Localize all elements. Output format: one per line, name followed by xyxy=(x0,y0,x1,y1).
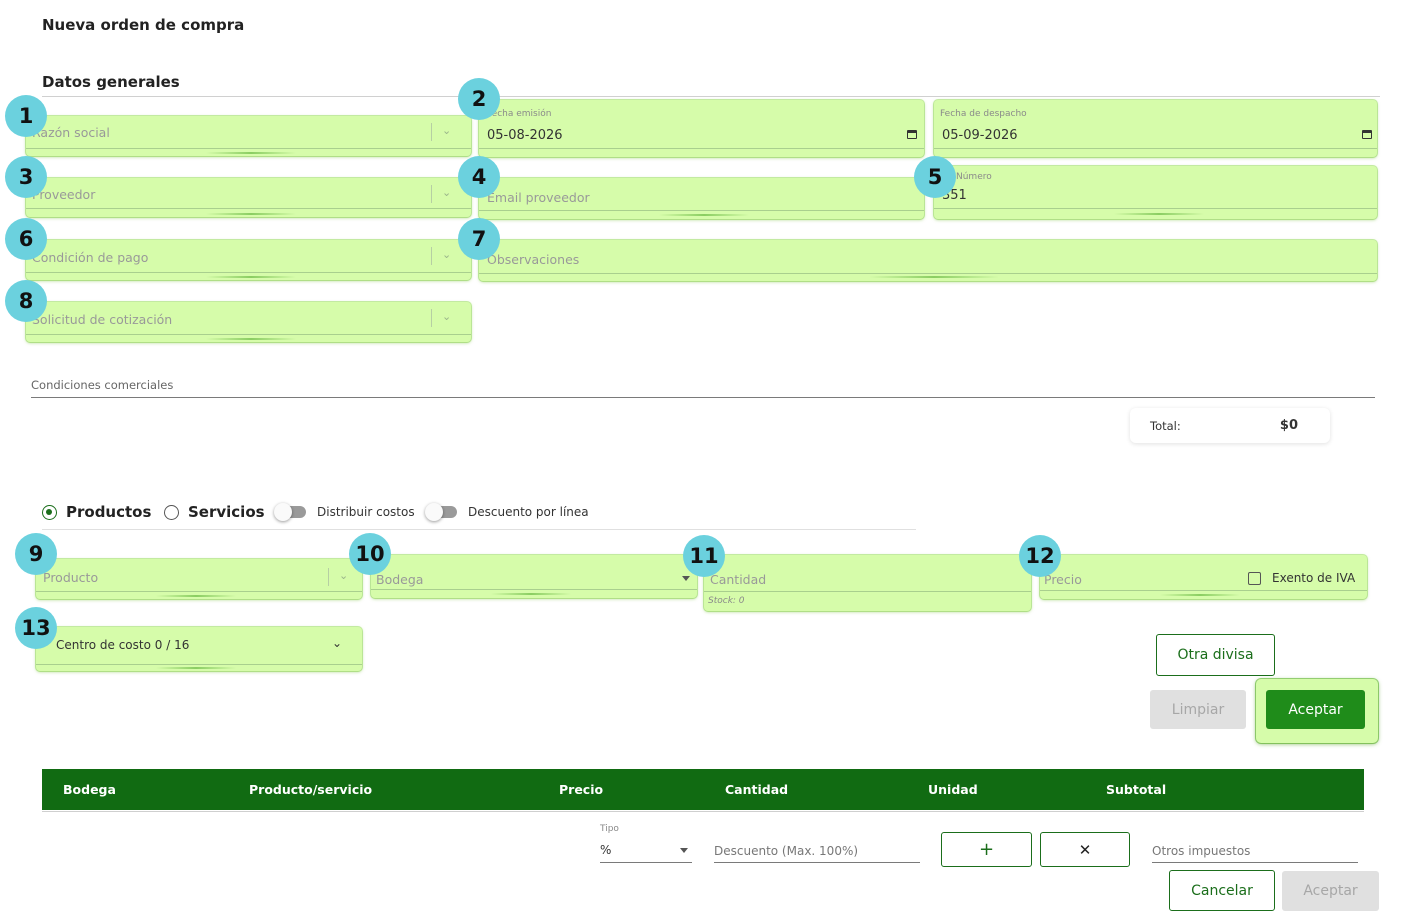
column-header-producto: Producto/servicio xyxy=(249,782,373,797)
annotation-badge: 13 xyxy=(15,607,57,649)
aceptar-item-button[interactable]: Aceptar xyxy=(1266,690,1365,729)
numero-label: Número xyxy=(956,172,992,182)
annotation-badge: 3 xyxy=(5,156,47,198)
condicion-pago-placeholder: Condición de pago xyxy=(32,250,149,265)
chevron-down-icon[interactable]: ⌄ xyxy=(442,124,451,137)
toggle-knob[interactable] xyxy=(274,503,292,521)
condiciones-comerciales-input[interactable] xyxy=(31,397,1375,398)
total-label: Total: xyxy=(1150,419,1181,433)
razon-social-select[interactable]: Razón social ⌄ xyxy=(26,116,471,156)
precio-input[interactable]: Precio Exento de IVA xyxy=(1040,555,1367,599)
column-header-bodega: Bodega xyxy=(63,782,116,797)
stock-hint: Stock: 0 xyxy=(708,596,745,606)
section-title-general: Datos generales xyxy=(42,73,180,91)
annotation-badge: 9 xyxy=(15,533,57,575)
proveedor-select[interactable]: Proveedor ⌄ xyxy=(26,178,471,217)
servicios-label[interactable]: Servicios xyxy=(188,503,265,521)
fecha-emision-field[interactable]: Fecha emisión 05-08-2026 xyxy=(479,100,924,157)
calendar-icon[interactable] xyxy=(907,130,917,139)
fecha-emision-label: Fecha emisión xyxy=(487,109,552,119)
bodega-select[interactable]: Bodega xyxy=(371,555,697,598)
column-header-cantidad: Cantidad xyxy=(725,782,789,797)
descuento-placeholder: Descuento (Max. 100%) xyxy=(714,844,859,858)
annotation-badge: 5 xyxy=(914,156,956,198)
annotation-badge: 8 xyxy=(5,280,47,322)
otros-impuestos-input[interactable] xyxy=(1152,862,1358,863)
observaciones-input[interactable]: Observaciones xyxy=(479,240,1377,281)
column-header-precio: Precio xyxy=(559,782,604,797)
chevron-down-icon[interactable]: ⌄ xyxy=(332,636,342,650)
condicion-pago-select[interactable]: Condición de pago ⌄ xyxy=(26,240,471,280)
cancelar-button[interactable]: Cancelar xyxy=(1169,870,1275,911)
section-divider xyxy=(42,96,1380,97)
page-title: Nueva orden de compra xyxy=(42,16,245,34)
column-header-unidad: Unidad xyxy=(928,782,978,797)
email-proveedor-input[interactable]: Email proveedor xyxy=(479,178,924,219)
select-separator xyxy=(431,309,432,327)
column-header-subtotal: Subtotal xyxy=(1106,782,1167,797)
exento-iva-checkbox[interactable] xyxy=(1248,572,1261,585)
select-separator xyxy=(431,123,432,141)
observaciones-placeholder: Observaciones xyxy=(487,252,580,267)
annotation-badge: 6 xyxy=(5,218,47,260)
chevron-down-icon[interactable]: ⌄ xyxy=(442,186,451,199)
otros-impuestos-placeholder: Otros impuestos xyxy=(1152,844,1251,858)
fecha-despacho-label: Fecha de despacho xyxy=(940,109,1027,119)
tipo-select[interactable] xyxy=(600,862,692,863)
exento-iva-label[interactable]: Exento de IVA xyxy=(1272,571,1355,585)
centro-costo-select[interactable]: Centro de costo 0 / 16 ⌄ xyxy=(36,627,362,671)
centro-costo-value[interactable]: Centro de costo 0 / 16 xyxy=(56,638,189,652)
total-value: $0 xyxy=(1279,418,1298,433)
servicios-radio[interactable] xyxy=(164,505,179,520)
annotation-badge: 12 xyxy=(1019,535,1061,577)
chevron-down-icon[interactable]: ⌄ xyxy=(339,569,348,582)
solicitud-placeholder: Solicitud de cotización xyxy=(32,312,173,327)
solicitud-cotizacion-select[interactable]: Solicitud de cotización ⌄ xyxy=(26,302,471,342)
descuento-linea-label: Descuento por línea xyxy=(468,505,589,519)
producto-select[interactable]: Producto ⌄ xyxy=(36,559,362,599)
dropdown-arrow-icon[interactable] xyxy=(680,848,688,853)
select-separator xyxy=(431,185,432,203)
tipo-value[interactable]: % xyxy=(600,843,611,857)
annotation-badge: 10 xyxy=(349,533,391,575)
tipo-label: Tipo xyxy=(600,824,619,834)
annotation-badge: 7 xyxy=(458,218,500,260)
remove-discount-button[interactable]: ✕ xyxy=(1040,832,1130,867)
item-type-divider xyxy=(42,529,916,530)
productos-radio[interactable] xyxy=(42,505,57,520)
productos-label[interactable]: Productos xyxy=(66,503,151,521)
bodega-placeholder: Bodega xyxy=(376,572,424,587)
fecha-despacho-value[interactable]: 05-09-2026 xyxy=(942,128,1018,143)
annotation-badge: 4 xyxy=(458,156,500,198)
table-divider xyxy=(42,811,1364,812)
calendar-icon[interactable] xyxy=(1362,130,1372,139)
dropdown-arrow-icon[interactable] xyxy=(682,576,690,581)
annotation-badge: 11 xyxy=(683,535,725,577)
fecha-emision-value[interactable]: 05-08-2026 xyxy=(487,128,563,143)
cantidad-input[interactable]: Cantidad Stock: 0 xyxy=(704,555,1031,611)
producto-placeholder: Producto xyxy=(43,570,99,585)
add-discount-button[interactable]: + xyxy=(941,832,1032,867)
annotation-badge: 2 xyxy=(458,78,500,120)
distribuir-costos-label: Distribuir costos xyxy=(317,505,415,519)
limpiar-button[interactable]: Limpiar xyxy=(1150,690,1246,729)
toggle-knob[interactable] xyxy=(425,503,443,521)
items-table-header: Bodega Producto/servicio Precio Cantidad… xyxy=(42,769,1364,810)
fecha-despacho-field[interactable]: Fecha de despacho 05-09-2026 xyxy=(934,100,1377,157)
email-proveedor-placeholder: Email proveedor xyxy=(487,190,590,205)
otra-divisa-button[interactable]: Otra divisa xyxy=(1156,634,1275,676)
aceptar-footer-button[interactable]: Aceptar xyxy=(1282,871,1379,911)
numero-input[interactable]: Número 351 xyxy=(934,166,1377,219)
chevron-down-icon[interactable]: ⌄ xyxy=(442,248,451,261)
chevron-down-icon[interactable]: ⌄ xyxy=(442,310,451,323)
select-separator xyxy=(431,247,432,265)
select-separator xyxy=(328,568,329,586)
condiciones-comerciales-label: Condiciones comerciales xyxy=(31,378,174,392)
descuento-input[interactable] xyxy=(714,862,920,863)
cantidad-placeholder: Cantidad xyxy=(710,572,767,587)
total-card: Total: $0 xyxy=(1130,408,1330,443)
annotation-badge: 1 xyxy=(5,95,47,137)
